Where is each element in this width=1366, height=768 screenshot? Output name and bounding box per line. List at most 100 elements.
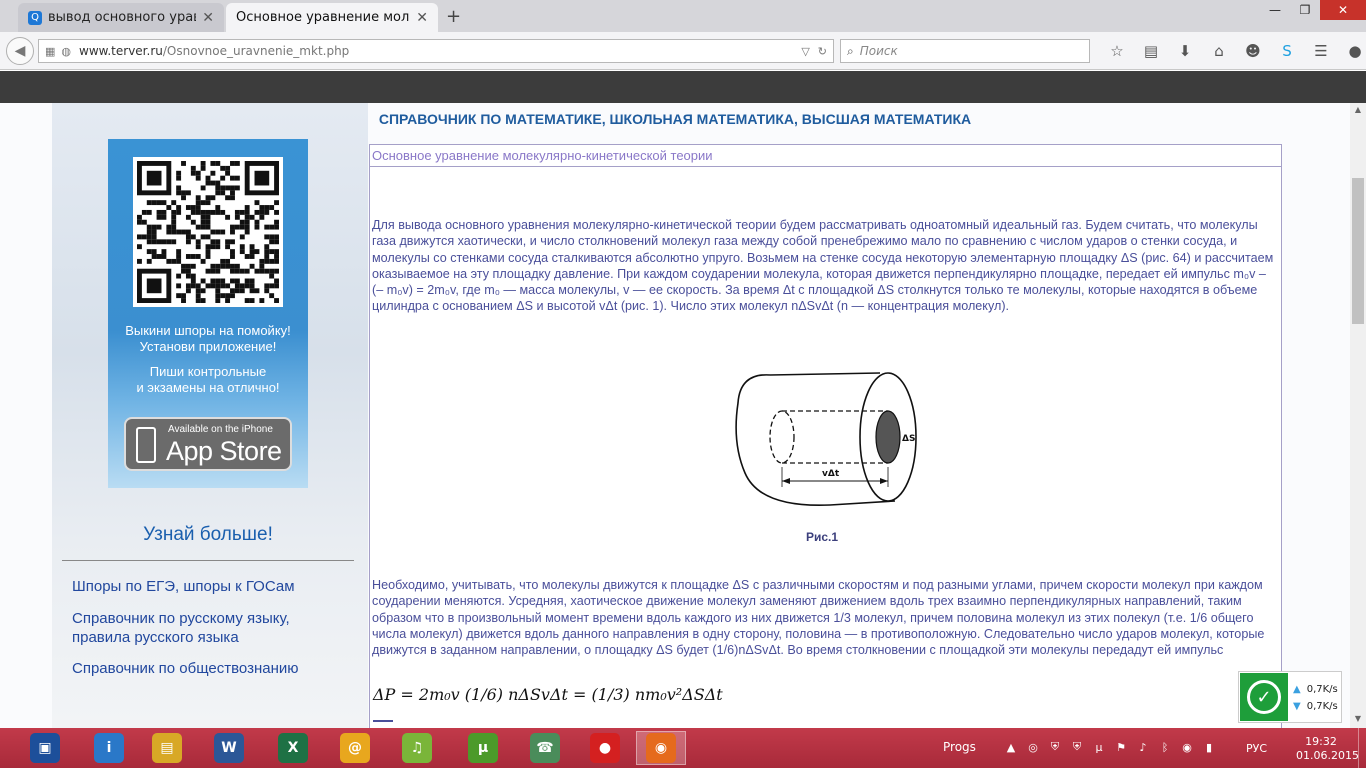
home-icon[interactable]: ⌂ [1202,39,1236,63]
search-input[interactable]: ⌕ Поиск [840,39,1090,63]
reading-list-icon[interactable]: ▤ [1134,39,1168,63]
bookmark-star-icon[interactable]: ☆ [1100,39,1134,63]
app-store-badge[interactable]: Available on the iPhone App Store [124,417,292,471]
tray-arrow-icon[interactable]: ▲ [1002,737,1020,757]
sidebar-divider [62,560,354,561]
record-app-icon: ● [590,733,620,763]
clock[interactable]: 19:32 01.06.2015 [1296,735,1359,763]
figure-caption: Рис.1 [806,530,839,544]
utorrent-app-taskbar-icon[interactable]: µ [458,731,508,765]
tab-title: Основное уравнение молекул... [236,10,410,25]
bookmarks-grid-icon[interactable]: ▦ [45,45,55,58]
article-paragraph: Для вывода основного уравнения молекуляр… [372,218,1274,314]
download-arrow-icon: ▼ [1293,701,1301,712]
chrome-tray-icon[interactable]: ◎ [1024,737,1042,757]
dropdown-arrow-icon[interactable]: ▽ [801,45,809,58]
article-box: Основное уравнение молекулярно-кинетичес… [369,144,1282,734]
tab-inactive[interactable]: Q вывод основного уравне... ✕ [18,3,224,32]
tab-title: вывод основного уравне... [48,10,196,25]
scrollbar-thumb[interactable] [1352,178,1364,324]
clock-time: 19:32 [1305,735,1337,748]
site-top-bar [0,71,1366,103]
figure-label-height: vΔt [822,469,840,479]
sidebar-link[interactable]: Справочник по русскому языку, правила ру… [72,609,342,647]
system-tray: ▲ ◎ ⛨ ⛨ µ ⚑ ♪ ᛒ ◉ ▮ [1002,737,1218,757]
scroll-down-icon[interactable]: ▼ [1350,712,1366,726]
maximize-button[interactable]: ❐ [1290,0,1320,20]
bluetooth-tray-icon[interactable]: ᛒ [1156,737,1174,757]
close-window-button[interactable]: ✕ [1320,0,1366,20]
scroll-up-icon[interactable]: ▲ [1350,103,1366,117]
tab-close-icon[interactable]: ✕ [202,10,214,26]
search-favicon-icon: Q [28,10,42,25]
app-promo-banner[interactable]: Выкини шпоры на помойку! Установи прилож… [108,139,308,488]
iphone-icon [136,427,156,463]
progs-toolbar-label[interactable]: Progs [943,740,976,754]
promo-line: и экзамены на отлично! [136,380,280,395]
article-paragraph: Необходимо, учитывать, что молекулы движ… [372,578,1265,658]
save-app-taskbar-icon[interactable]: ▣ [20,731,70,765]
sidebar-link[interactable]: Шпоры по ЕГЭ, шпоры к ГОСам [72,577,342,596]
promo-line: Пиши контрольные [149,364,267,379]
explorer-app-taskbar-icon[interactable]: ▤ [142,731,192,765]
flag-tray-icon[interactable]: ⚑ [1112,737,1130,757]
promo-line: Выкини шпоры на помойку! [125,323,291,338]
globe-icon: ◍ [61,44,72,58]
language-indicator[interactable]: РУС [1246,742,1267,755]
cylinder-figure: vΔt ΔS [700,363,950,513]
address-bar[interactable]: ▦ ◍ www.terver.ru/Osnovnoe_uravnenie_mkt… [38,39,834,63]
shield-tray-icon[interactable]: ⛨ [1046,737,1064,757]
sidebar-link[interactable]: Справочник по обществознанию [72,659,342,678]
firefox-app-taskbar-icon[interactable]: ◉ [636,731,686,765]
new-tab-button[interactable]: + [446,6,461,27]
cut-off-text [373,720,393,726]
smiley-icon[interactable]: ☻ [1236,39,1270,63]
tab-close-icon[interactable]: ✕ [416,10,428,26]
save-app-icon: ▣ [30,733,60,763]
search-placeholder: Поиск [859,44,898,58]
search-icon: ⌕ [847,43,854,58]
record-app-taskbar-icon[interactable]: ● [580,731,630,765]
help-app-taskbar-icon[interactable]: i [84,731,134,765]
record-tray-icon[interactable]: ◉ [1178,737,1196,757]
network-speed-widget[interactable]: ✓ ▲ 0,7K/s ▼ 0,7K/s [1238,671,1342,723]
word-app-taskbar-icon[interactable]: W [204,731,254,765]
excel-app-icon: X [278,733,308,763]
profile-icon[interactable]: ● [1338,39,1366,63]
site-header: СПРАВОЧНИК ПО МАТЕМАТИКЕ, ШКОЛЬНАЯ МАТЕМ… [378,111,972,127]
clock-date: 01.06.2015 [1296,749,1359,762]
show-desktop-button[interactable] [1358,728,1366,768]
skype-icon[interactable]: S [1270,39,1304,63]
utorrent-tray-icon[interactable]: µ [1090,737,1108,757]
shield-tray-icon[interactable]: ⛨ [1068,737,1086,757]
music-app-icon: ♫ [402,733,432,763]
tab-active[interactable]: Основное уравнение молекул... ✕ [226,3,438,32]
url-host: www.terver.ru [79,44,163,58]
download-icon[interactable]: ⬇ [1168,39,1202,63]
app-store-small-text: Available on the iPhone [168,424,273,435]
promo-line: Установи приложение! [139,339,277,354]
reload-icon[interactable]: ↻ [818,45,827,58]
excel-app-taskbar-icon[interactable]: X [268,731,318,765]
mail-app-taskbar-icon[interactable]: @ [330,731,380,765]
menu-icon[interactable]: ☰ [1304,39,1338,63]
phone-app-taskbar-icon[interactable]: ☎ [520,731,570,765]
download-speed: 0,7K/s [1306,701,1338,712]
firefox-app-icon: ◉ [646,733,676,763]
help-app-icon: i [94,733,124,763]
music-app-taskbar-icon[interactable]: ♫ [392,731,442,765]
toolbar-icons: ☆ ▤ ⬇ ⌂ ☻ S ☰ ● [1100,39,1366,63]
minimize-button[interactable]: — [1260,0,1290,20]
window-controls: — ❐ ✕ [1260,0,1366,22]
formula: ΔP = 2m₀v (1/6) nΔSvΔt = (1/3) nm₀v²ΔSΔt [373,685,723,704]
back-button[interactable]: ◀ [6,37,34,65]
upload-arrow-icon: ▲ [1293,684,1301,695]
mail-app-icon: @ [340,733,370,763]
volume-tray-icon[interactable]: ♪ [1134,737,1152,757]
arrow-left-icon: ◀ [14,43,26,59]
upload-speed: 0,7K/s [1306,684,1338,695]
app-store-big-text: App Store [166,436,282,466]
network-tray-icon[interactable]: ▮ [1200,737,1218,757]
learn-more-heading: Узнай больше! [143,524,273,545]
explorer-app-icon: ▤ [152,733,182,763]
